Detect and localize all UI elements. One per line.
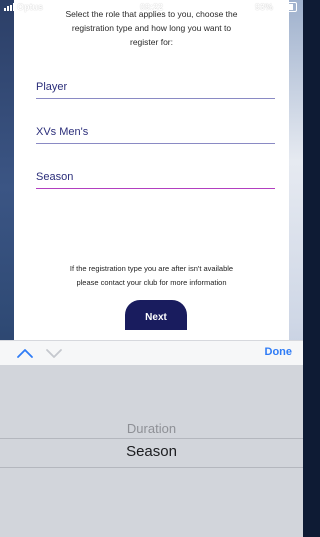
- status-right: 93%: [232, 2, 297, 12]
- picker-divider-top: [0, 438, 303, 439]
- next-button[interactable]: Next: [125, 300, 187, 330]
- registration-type-value: XVs Men's: [36, 126, 89, 138]
- registration-card: Select the role that applies to you, cho…: [14, 0, 289, 340]
- battery-icon: [277, 2, 297, 12]
- duration-field[interactable]: Season: [36, 166, 275, 189]
- note-line: If the registration type you are after i…: [69, 264, 234, 273]
- intro-line: register for:: [130, 37, 173, 47]
- picker-option-selected[interactable]: Season: [0, 443, 303, 460]
- battery-percent: 93%: [254, 2, 273, 12]
- keyboard-toolbar: Done: [0, 340, 303, 366]
- chevron-down-icon[interactable]: [45, 347, 63, 359]
- duration-picker[interactable]: Duration Season: [0, 365, 303, 537]
- done-button[interactable]: Done: [265, 346, 293, 358]
- role-field[interactable]: Player: [36, 76, 275, 99]
- picker-divider-bottom: [0, 467, 303, 468]
- chevron-up-icon[interactable]: [16, 347, 34, 359]
- location-arrow-icon: [232, 3, 240, 11]
- note-line: please contact your club for more inform…: [76, 278, 227, 287]
- picker-option[interactable]: Duration: [0, 421, 303, 436]
- duration-value: Season: [36, 171, 74, 183]
- registration-type-field[interactable]: XVs Men's: [36, 121, 275, 144]
- role-value: Player: [36, 81, 68, 93]
- info-note: If the registration type you are after i…: [14, 262, 289, 290]
- intro-line: registration type and how long you want …: [71, 23, 232, 33]
- alarm-icon: [244, 3, 251, 11]
- status-bar: Optus 09:22 93%: [0, 0, 303, 15]
